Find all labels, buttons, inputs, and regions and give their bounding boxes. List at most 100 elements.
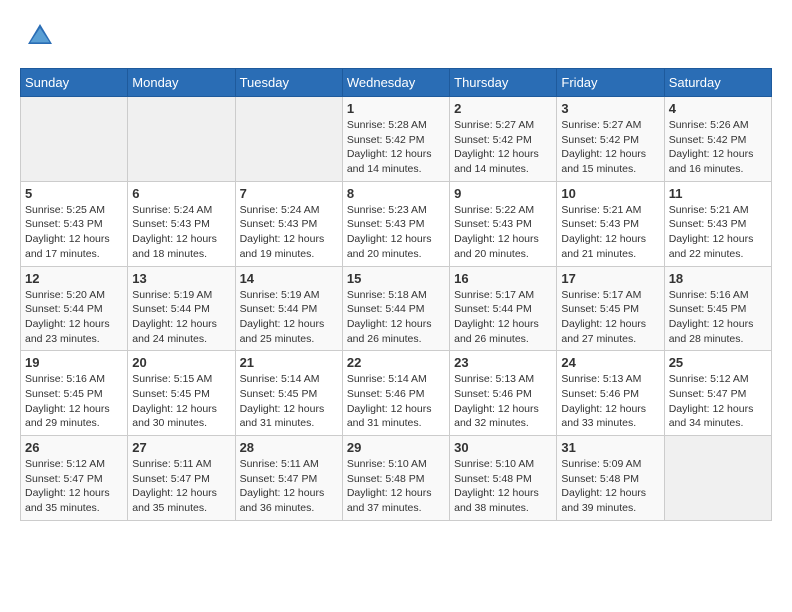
day-number: 4	[669, 101, 767, 116]
day-cell: 14Sunrise: 5:19 AM Sunset: 5:44 PM Dayli…	[235, 266, 342, 351]
day-info: Sunrise: 5:15 AM Sunset: 5:45 PM Dayligh…	[132, 372, 230, 431]
day-number: 29	[347, 440, 445, 455]
day-number: 15	[347, 271, 445, 286]
day-cell: 19 Sunrise: 5:16 AM Sunset: 5:45 PM Dayli…	[21, 351, 128, 436]
day-cell: 9 Sunrise: 5:22 AM Sunset: 5:43 PM Daylig…	[450, 181, 557, 266]
day-cell	[235, 97, 342, 182]
day-number: 7	[240, 186, 338, 201]
day-cell: 23 Sunrise: 5:13 AM Sunset: 5:46 PM Dayli…	[450, 351, 557, 436]
logo-icon	[24, 20, 56, 52]
day-cell: 28Sunrise: 5:11 AM Sunset: 5:47 PM Dayli…	[235, 436, 342, 521]
day-info: Sunrise: 5:12 AM Sunset: 5:47 PM Dayligh…	[669, 372, 767, 431]
weekday-header-sunday: Sunday	[21, 69, 128, 97]
day-number: 13	[132, 271, 230, 286]
day-cell: 13 Sunrise: 5:19 AM Sunset: 5:44 PM Dayli…	[128, 266, 235, 351]
day-cell: 3Sunrise: 5:27 AM Sunset: 5:42 PM Daylig…	[557, 97, 664, 182]
day-number: 9	[454, 186, 552, 201]
day-cell: 17 Sunrise: 5:17 AM Sunset: 5:45 PM Dayli…	[557, 266, 664, 351]
logo	[20, 20, 56, 52]
day-cell: 29 Sunrise: 5:10 AM Sunset: 5:48 PM Dayli…	[342, 436, 449, 521]
day-number: 1	[347, 101, 445, 116]
day-info: Sunrise: 5:11 AM Sunset: 5:47 PM Dayligh…	[132, 457, 230, 516]
day-info: Sunrise: 5:21 AM Sunset: 5:43 PM Dayligh…	[561, 203, 659, 262]
day-number: 24	[561, 355, 659, 370]
header	[20, 20, 772, 52]
day-cell	[664, 436, 771, 521]
day-cell: 5 Sunrise: 5:25 AM Sunset: 5:43 PM Daylig…	[21, 181, 128, 266]
day-number: 3	[561, 101, 659, 116]
day-number: 26	[25, 440, 123, 455]
weekday-header-thursday: Thursday	[450, 69, 557, 97]
weekday-header-saturday: Saturday	[664, 69, 771, 97]
day-cell: 6 Sunrise: 5:24 AM Sunset: 5:43 PM Daylig…	[128, 181, 235, 266]
day-cell: 20 Sunrise: 5:15 AM Sunset: 5:45 PM Dayli…	[128, 351, 235, 436]
day-cell: 22 Sunrise: 5:14 AM Sunset: 5:46 PM Dayli…	[342, 351, 449, 436]
day-info: Sunrise: 5:10 AM Sunset: 5:48 PM Dayligh…	[347, 457, 445, 516]
weekday-header-monday: Monday	[128, 69, 235, 97]
day-cell: 2 Sunrise: 5:27 AM Sunset: 5:42 PM Daylig…	[450, 97, 557, 182]
day-info: Sunrise: 5:09 AM Sunset: 5:48 PM Dayligh…	[561, 457, 659, 516]
day-number: 17	[561, 271, 659, 286]
day-number: 10	[561, 186, 659, 201]
weekday-header-row: SundayMondayTuesdayWednesdayThursdayFrid…	[21, 69, 772, 97]
day-cell: 1 Sunrise: 5:28 AM Sunset: 5:42 PM Daylig…	[342, 97, 449, 182]
day-info: Sunrise: 5:12 AM Sunset: 5:47 PM Dayligh…	[25, 457, 123, 516]
day-number: 8	[347, 186, 445, 201]
day-number: 23	[454, 355, 552, 370]
day-cell: 30 Sunrise: 5:10 AM Sunset: 5:48 PM Dayli…	[450, 436, 557, 521]
day-number: 27	[132, 440, 230, 455]
day-cell: 4 Sunrise: 5:26 AM Sunset: 5:42 PM Daylig…	[664, 97, 771, 182]
day-cell: 27 Sunrise: 5:11 AM Sunset: 5:47 PM Dayli…	[128, 436, 235, 521]
day-info: Sunrise: 5:20 AM Sunset: 5:44 PM Dayligh…	[25, 288, 123, 347]
week-row-1: 1 Sunrise: 5:28 AM Sunset: 5:42 PM Daylig…	[21, 97, 772, 182]
day-number: 5	[25, 186, 123, 201]
day-info: Sunrise: 5:19 AM Sunset: 5:44 PM Dayligh…	[132, 288, 230, 347]
day-info: Sunrise: 5:24 AM Sunset: 5:43 PM Dayligh…	[132, 203, 230, 262]
day-number: 20	[132, 355, 230, 370]
day-cell: 21 Sunrise: 5:14 AM Sunset: 5:45 PM Dayli…	[235, 351, 342, 436]
day-cell	[128, 97, 235, 182]
day-info: Sunrise: 5:11 AM Sunset: 5:47 PM Dayligh…	[240, 457, 338, 516]
day-cell: 12Sunrise: 5:20 AM Sunset: 5:44 PM Dayli…	[21, 266, 128, 351]
week-row-3: 12Sunrise: 5:20 AM Sunset: 5:44 PM Dayli…	[21, 266, 772, 351]
day-info: Sunrise: 5:19 AM Sunset: 5:44 PM Dayligh…	[240, 288, 338, 347]
day-info: Sunrise: 5:23 AM Sunset: 5:43 PM Dayligh…	[347, 203, 445, 262]
day-number: 21	[240, 355, 338, 370]
day-number: 6	[132, 186, 230, 201]
day-info: Sunrise: 5:22 AM Sunset: 5:43 PM Dayligh…	[454, 203, 552, 262]
week-row-2: 5 Sunrise: 5:25 AM Sunset: 5:43 PM Daylig…	[21, 181, 772, 266]
day-number: 19	[25, 355, 123, 370]
week-row-5: 26 Sunrise: 5:12 AM Sunset: 5:47 PM Dayli…	[21, 436, 772, 521]
day-cell: 31Sunrise: 5:09 AM Sunset: 5:48 PM Dayli…	[557, 436, 664, 521]
day-info: Sunrise: 5:27 AM Sunset: 5:42 PM Dayligh…	[454, 118, 552, 177]
day-number: 18	[669, 271, 767, 286]
day-info: Sunrise: 5:14 AM Sunset: 5:46 PM Dayligh…	[347, 372, 445, 431]
day-number: 16	[454, 271, 552, 286]
day-info: Sunrise: 5:10 AM Sunset: 5:48 PM Dayligh…	[454, 457, 552, 516]
day-info: Sunrise: 5:16 AM Sunset: 5:45 PM Dayligh…	[25, 372, 123, 431]
day-number: 30	[454, 440, 552, 455]
day-info: Sunrise: 5:24 AM Sunset: 5:43 PM Dayligh…	[240, 203, 338, 262]
day-number: 11	[669, 186, 767, 201]
day-cell: 16 Sunrise: 5:17 AM Sunset: 5:44 PM Dayli…	[450, 266, 557, 351]
day-info: Sunrise: 5:25 AM Sunset: 5:43 PM Dayligh…	[25, 203, 123, 262]
day-number: 25	[669, 355, 767, 370]
day-cell: 24Sunrise: 5:13 AM Sunset: 5:46 PM Dayli…	[557, 351, 664, 436]
day-info: Sunrise: 5:17 AM Sunset: 5:45 PM Dayligh…	[561, 288, 659, 347]
day-info: Sunrise: 5:13 AM Sunset: 5:46 PM Dayligh…	[454, 372, 552, 431]
day-cell: 8 Sunrise: 5:23 AM Sunset: 5:43 PM Daylig…	[342, 181, 449, 266]
day-info: Sunrise: 5:28 AM Sunset: 5:42 PM Dayligh…	[347, 118, 445, 177]
day-info: Sunrise: 5:26 AM Sunset: 5:42 PM Dayligh…	[669, 118, 767, 177]
week-row-4: 19 Sunrise: 5:16 AM Sunset: 5:45 PM Dayli…	[21, 351, 772, 436]
day-cell: 26 Sunrise: 5:12 AM Sunset: 5:47 PM Dayli…	[21, 436, 128, 521]
day-cell: 10 Sunrise: 5:21 AM Sunset: 5:43 PM Dayli…	[557, 181, 664, 266]
day-info: Sunrise: 5:14 AM Sunset: 5:45 PM Dayligh…	[240, 372, 338, 431]
day-cell	[21, 97, 128, 182]
day-number: 22	[347, 355, 445, 370]
day-number: 2	[454, 101, 552, 116]
day-cell: 11 Sunrise: 5:21 AM Sunset: 5:43 PM Dayli…	[664, 181, 771, 266]
weekday-header-wednesday: Wednesday	[342, 69, 449, 97]
day-info: Sunrise: 5:17 AM Sunset: 5:44 PM Dayligh…	[454, 288, 552, 347]
day-info: Sunrise: 5:21 AM Sunset: 5:43 PM Dayligh…	[669, 203, 767, 262]
day-cell: 7 Sunrise: 5:24 AM Sunset: 5:43 PM Daylig…	[235, 181, 342, 266]
